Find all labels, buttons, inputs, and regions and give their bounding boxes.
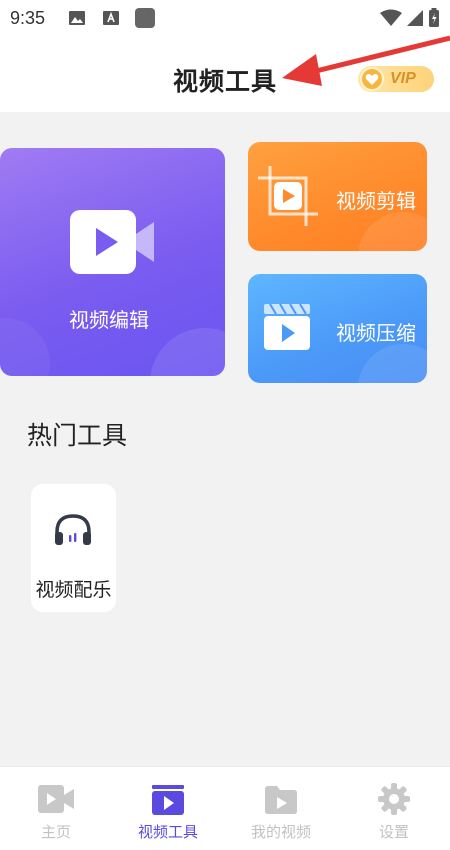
nav-label-video-tools: 视频工具 (137, 823, 198, 841)
nav-label-my-videos: 我的视频 (250, 823, 311, 841)
nav-item-video-tools[interactable]: 视频工具 (112, 767, 224, 850)
folder-video-icon (265, 786, 297, 814)
app-notification-icon (135, 8, 155, 28)
text-notification-icon (103, 11, 119, 25)
wifi-icon (380, 9, 402, 26)
status-time: 9:35 (10, 8, 46, 28)
image-notification-icon (69, 11, 85, 25)
gear-icon (378, 783, 410, 815)
signal-icon (407, 10, 423, 26)
nav-label-home: 主页 (40, 823, 71, 841)
headphones-icon (55, 514, 91, 545)
video-compress-label: 视频压缩 (336, 321, 416, 345)
video-music-label: 视频配乐 (35, 579, 112, 601)
nav-item-settings[interactable]: 设置 (338, 767, 450, 850)
hot-tools-title: 热门工具 (27, 421, 128, 450)
bottom-nav: 主页 视频工具 我的视频 设置 (0, 766, 450, 850)
status-indicators (380, 8, 440, 28)
decor-bubble (150, 328, 225, 376)
video-camera-icon (70, 210, 154, 274)
nav-label-settings: 设置 (378, 823, 409, 841)
video-cut-card[interactable]: 视频剪辑 (248, 142, 427, 251)
video-tool-icon (152, 785, 184, 815)
nav-item-home[interactable]: 主页 (0, 767, 112, 850)
battery-icon (429, 8, 439, 27)
crop-play-icon (258, 166, 318, 226)
video-edit-card[interactable]: 视频编辑 (0, 148, 225, 376)
video-cut-label: 视频剪辑 (336, 189, 416, 213)
video-edit-label: 视频编辑 (69, 308, 149, 332)
decor-bubble (358, 212, 427, 251)
clapperboard-icon (264, 303, 310, 350)
video-music-button[interactable]: 视频配乐 (31, 484, 116, 612)
annotation-arrow-icon (282, 35, 450, 86)
video-compress-card[interactable]: 视频压缩 (248, 274, 427, 383)
decor-bubble (358, 344, 427, 383)
nav-item-my-videos[interactable]: 我的视频 (225, 767, 337, 850)
video-camera-icon (38, 785, 74, 813)
